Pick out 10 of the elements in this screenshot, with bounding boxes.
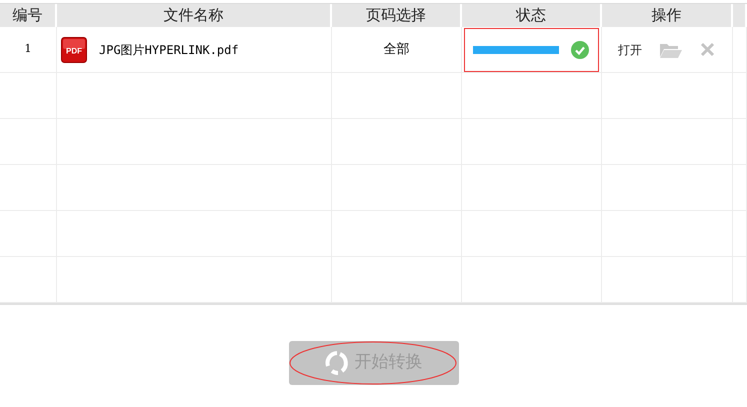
page-selection: 全部: [384, 40, 410, 59]
open-link[interactable]: 打开: [618, 40, 642, 58]
column-header: 编号: [0, 4, 57, 27]
column-header: 页码选择: [332, 4, 462, 27]
column-header: 状态: [462, 4, 602, 27]
column-header: 文件名称: [57, 4, 332, 27]
pdf-file-icon: PDF: [61, 36, 87, 62]
file-name: JPG图片HYPERLINK.pdf: [99, 42, 239, 58]
column-header: 操作: [602, 4, 733, 27]
row-number: 1: [24, 41, 32, 58]
